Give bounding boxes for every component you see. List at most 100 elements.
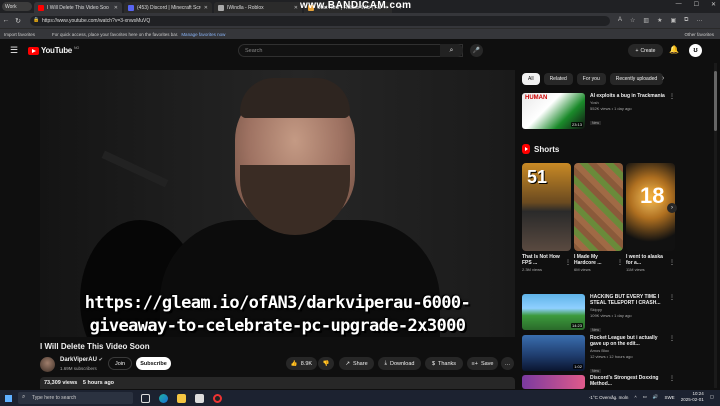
tab-youtube[interactable]: I Will Delete This Video Soo ✕ (34, 2, 122, 13)
search-input[interactable]: Search (238, 44, 463, 57)
chevron-right-icon[interactable]: › (662, 75, 664, 82)
extensions-icon[interactable]: ⧉ (684, 17, 688, 24)
edge-browser-icon[interactable] (159, 393, 168, 403)
download-button[interactable]: ⤓ Download (378, 357, 421, 370)
create-button[interactable]: + Create (628, 44, 663, 57)
tray-arrow-icon[interactable]: ^ (634, 395, 636, 400)
task-view-icon[interactable] (141, 393, 150, 403)
more-vert-icon[interactable]: ⋮ (669, 294, 675, 301)
filter-chips: All Related For you Recently uploaded (522, 73, 664, 85)
more-vert-icon[interactable]: ⋮ (669, 259, 675, 266)
recommendation-title: HACKING BUT EVERY TIME I STEAL TELEPORT … (590, 294, 661, 306)
share-button[interactable]: ↗ Share (339, 357, 374, 370)
more-vert-icon[interactable]: ⋮ (669, 93, 675, 100)
video-duration: 1:02 (573, 364, 583, 369)
maximize-icon[interactable]: ☐ (694, 1, 699, 8)
close-window-icon[interactable]: ✕ (711, 1, 716, 8)
video-thumbnail[interactable]: 1:02 (522, 335, 585, 371)
close-tab-icon[interactable]: ✕ (204, 5, 208, 11)
tab-roblox[interactable]: IWindla - Roblox ✕ (214, 2, 302, 13)
other-favorites-button[interactable]: Other favorites (684, 32, 714, 37)
language-indicator[interactable]: SWE (664, 395, 674, 400)
subscriber-count: 1.69M subscribers (60, 366, 97, 371)
channel-avatar[interactable] (40, 357, 55, 372)
chip-recently-uploaded[interactable]: Recently uploaded (609, 73, 664, 85)
read-aloud-icon[interactable]: A (618, 17, 622, 24)
subscribe-button[interactable]: Subscribe (136, 357, 171, 370)
system-tray: -1°C Overvåg. moln ^ ▭ 🔊 SWE 10:24 2025-… (589, 391, 714, 403)
thanks-button[interactable]: $ Thanks (425, 357, 463, 370)
settings-more-icon[interactable]: … (696, 17, 702, 24)
shorts-next-button[interactable]: › (667, 203, 677, 213)
join-button[interactable]: Join (108, 357, 132, 370)
like-button[interactable]: 👍 8.9K (286, 357, 317, 370)
url-field[interactable]: 🔒 https://www.youtube.com/watch?v=3-xnws… (30, 15, 610, 26)
network-icon[interactable]: ▭ (643, 394, 647, 400)
account-avatar[interactable]: ʊ (689, 44, 702, 57)
volume-icon[interactable]: 🔊 (653, 394, 659, 400)
more-vert-icon[interactable]: ⋮ (669, 335, 675, 342)
file-explorer-icon[interactable] (177, 393, 186, 403)
short-card[interactable]: 18 I went to alaska for a... 11M views ⋮ (626, 163, 675, 272)
weather-widget[interactable]: -1°C Overvåg. moln (589, 395, 629, 400)
favorite-star-icon[interactable]: ☆ (630, 17, 635, 24)
bandicam-app-icon[interactable] (213, 393, 222, 403)
chip-related[interactable]: Related (543, 73, 573, 85)
video-player[interactable]: https://gleam.io/ofAN3/darkviperau-6000-… (40, 70, 515, 337)
save-button[interactable]: ≡+ Save (467, 357, 498, 370)
more-vert-icon[interactable]: ⋮ (669, 375, 675, 382)
notifications-icon[interactable]: ▢ (710, 394, 714, 400)
more-actions-button[interactable]: … (501, 357, 514, 370)
short-thumbnail[interactable]: 51 (522, 163, 571, 251)
more-vert-icon[interactable]: ⋮ (565, 259, 571, 266)
voice-search-button[interactable]: 🎤 (470, 44, 483, 57)
video-overlay-url-line2: giveaway-to-celebrate-pc-upgrade-2x3000 (89, 316, 466, 336)
clock[interactable]: 10:24 2025-02-01 (681, 391, 704, 403)
video-thumbnail[interactable]: HUMAN 23:13 (522, 93, 585, 129)
search-button[interactable]: ⌕ (440, 44, 463, 57)
thanks-label: Thanks (438, 360, 457, 367)
browser-profile-button[interactable]: Work (2, 2, 32, 11)
collections-icon[interactable]: ▣ (670, 17, 676, 24)
menu-icon[interactable]: ☰ (10, 45, 18, 56)
video-thumbnail[interactable]: 14:23 (522, 294, 585, 330)
youtube-header: ☰ YouTube NO Search ⌕ 🎤 + Create 🔔 ʊ (0, 39, 720, 63)
youtube-logo[interactable]: YouTube NO (28, 46, 79, 55)
close-tab-icon[interactable]: ✕ (294, 5, 298, 11)
dislike-button[interactable]: 👎 (318, 357, 334, 370)
close-tab-icon[interactable]: ✕ (114, 5, 118, 11)
start-button[interactable] (0, 390, 16, 406)
short-card[interactable]: I Made My Hardcore ... 6M views ⋮ (574, 163, 623, 272)
manage-favorites-link[interactable]: Manage favorites now (181, 32, 225, 37)
short-thumbnail[interactable] (574, 163, 623, 251)
channel-name[interactable]: DarkViperAU ✔ (60, 357, 103, 363)
scrollbar-thumb[interactable] (714, 71, 717, 131)
chip-all[interactable]: All (522, 73, 540, 85)
favorites-icon[interactable]: ★ (657, 17, 662, 24)
recommendation-channel: Yosh (590, 100, 599, 105)
tab-discord[interactable]: (453) Discord | Minecraft Screenfl ✕ (124, 2, 212, 13)
video-description-box[interactable]: 73,309 views 5 hours ago (40, 377, 515, 389)
split-screen-icon[interactable]: ▥ (643, 17, 649, 24)
minimize-icon[interactable]: — (676, 1, 682, 8)
refresh-icon[interactable]: ↻ (12, 17, 24, 25)
back-icon[interactable]: ← (0, 17, 12, 24)
video-thumbnail[interactable] (522, 375, 585, 389)
mail-app-icon[interactable] (195, 393, 204, 403)
short-views: 11M views (626, 267, 645, 272)
recommendation-meta: 552K views • 1 day ago (590, 106, 632, 111)
page-scrollbar[interactable] (714, 63, 717, 388)
like-count: 8.9K (300, 360, 313, 367)
address-bar-row: ← ↻ 🔒 https://www.youtube.com/watch?v=3-… (0, 13, 720, 28)
notifications-bell-icon[interactable]: 🔔 (669, 45, 679, 54)
video-overlay-url-line1: https://gleam.io/ofAN3/darkviperau-6000- (84, 293, 471, 313)
taskbar-search-input[interactable]: ⌕ Type here to search (18, 392, 133, 404)
chip-for-you[interactable]: For you (576, 73, 606, 85)
import-favorites-button[interactable]: Import favorites (0, 32, 52, 37)
more-vert-icon[interactable]: ⋮ (617, 259, 623, 266)
windows-logo-icon (4, 394, 12, 402)
chevron-right-icon: › (671, 205, 673, 211)
short-title: I Made My Hardcore ... (574, 254, 602, 266)
youtube-play-icon (28, 46, 39, 55)
short-card[interactable]: 51 That Is Not How FPS ... 2.3M views ⋮ (522, 163, 571, 272)
